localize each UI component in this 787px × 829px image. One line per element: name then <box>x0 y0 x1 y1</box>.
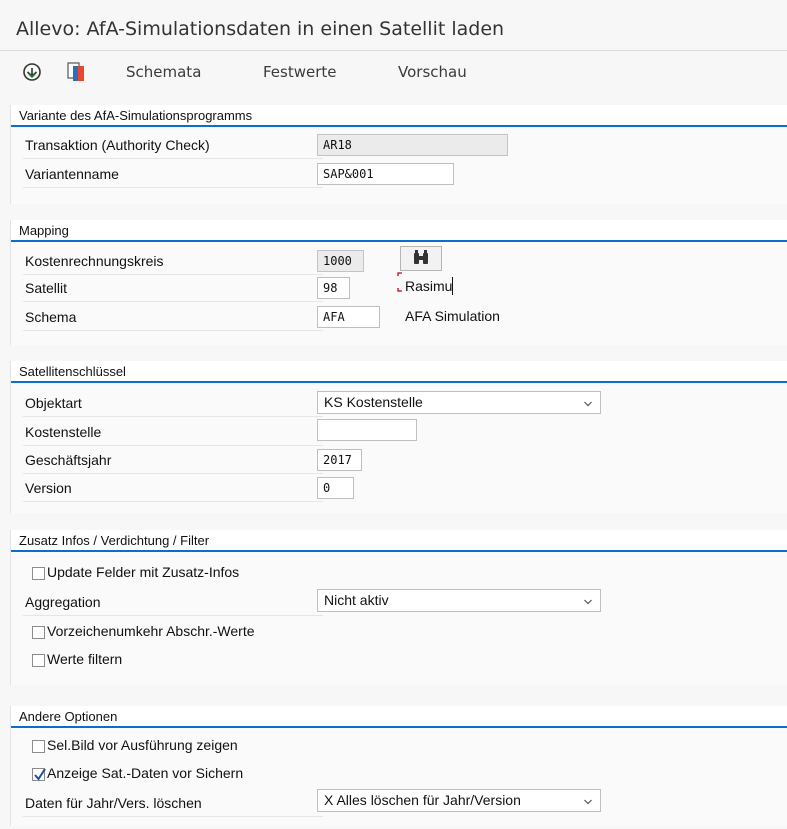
row-divider <box>23 330 323 331</box>
row-divider <box>23 816 323 817</box>
schemata-button[interactable]: Schemata <box>126 63 201 81</box>
variant-group: Variante des AfA-Simulationsprogramms Tr… <box>10 105 787 204</box>
schema-field[interactable]: AFA <box>317 306 380 328</box>
variant-group-title: Variante des AfA-Simulationsprogramms <box>19 108 253 123</box>
chevron-down-icon <box>584 401 592 407</box>
row-divider <box>23 445 323 446</box>
cost-center-field[interactable] <box>317 419 417 441</box>
transaction-label: Transaktion (Authority Check) <box>25 137 210 153</box>
chevron-down-icon <box>584 599 592 605</box>
fiscal-year-label: Geschäftsjahr <box>25 452 112 468</box>
aggregation-select[interactable]: Nicht aktiv <box>317 589 601 612</box>
focus-bracket-icon <box>397 272 402 292</box>
search-button[interactable] <box>400 246 442 271</box>
satkey-group-title: Satellitenschlüssel <box>19 364 126 379</box>
show-sat-data-checkbox[interactable] <box>32 768 46 781</box>
satellite-field[interactable]: 98 <box>317 277 350 299</box>
row-divider <box>23 615 323 616</box>
text-cursor <box>452 277 453 295</box>
transaction-field: AR18 <box>317 134 508 156</box>
show-selscreen-label: Sel.Bild vor Ausführung zeigen <box>47 737 238 753</box>
delete-value: X Alles löschen für Jahr/Version <box>324 792 521 808</box>
other-group: Andere Optionen Sel.Bild vor Ausführung … <box>10 706 787 826</box>
row-divider <box>23 274 323 275</box>
other-group-header: Andere Optionen <box>11 706 787 728</box>
row-divider <box>23 187 323 188</box>
object-type-label: Objektart <box>25 395 82 411</box>
schema-description: AFA Simulation <box>405 308 500 324</box>
update-fields-checkbox[interactable] <box>32 567 45 580</box>
aggregation-label: Aggregation <box>25 594 101 610</box>
other-group-title: Andere Optionen <box>19 709 118 724</box>
variant-name-label: Variantenname <box>25 166 119 182</box>
cost-center-label: Kostenstelle <box>25 424 102 440</box>
fiscal-year-field[interactable]: 2017 <box>317 449 362 471</box>
sign-reversal-label: Vorzeichenumkehr Abschr.-Werte <box>47 623 255 639</box>
mapping-group: Mapping Kostenrechnungskreis 1000 Satell… <box>10 220 787 345</box>
delete-select[interactable]: X Alles löschen für Jahr/Version <box>317 789 601 812</box>
row-divider <box>23 301 323 302</box>
row-divider <box>23 501 323 502</box>
mapping-group-header: Mapping <box>11 220 787 242</box>
row-divider <box>23 416 323 417</box>
sign-reversal-checkbox[interactable] <box>32 626 45 639</box>
filter-values-checkbox[interactable] <box>32 654 45 667</box>
festwerte-button[interactable]: Festwerte <box>263 63 337 81</box>
vorschau-button[interactable]: Vorschau <box>398 63 467 81</box>
update-fields-label: Update Felder mit Zusatz-Infos <box>47 564 240 580</box>
mapping-group-title: Mapping <box>19 223 69 238</box>
object-type-select[interactable]: KS Kostenstelle <box>317 391 601 414</box>
version-label: Version <box>25 480 72 496</box>
row-divider <box>23 473 323 474</box>
title-divider <box>0 50 787 51</box>
binoculars-icon <box>414 250 428 264</box>
window-title: Allevo: AfA-Simulationsdaten in einen Sa… <box>16 18 505 40</box>
satkey-group-header: Satellitenschlüssel <box>11 361 787 383</box>
object-type-value: KS Kostenstelle <box>324 394 423 410</box>
version-field[interactable]: 0 <box>317 477 354 499</box>
extra-group: Zusatz Infos / Verdichtung / Filter Upda… <box>10 530 787 685</box>
variant-name-field[interactable]: SAP&001 <box>317 163 454 185</box>
delete-label: Daten für Jahr/Vers. löschen <box>25 795 202 811</box>
execute-icon[interactable] <box>22 62 42 82</box>
satellite-label: Satellit <box>25 280 68 296</box>
copy-icon[interactable] <box>66 61 88 83</box>
cost-area-field: 1000 <box>317 250 364 272</box>
aggregation-value: Nicht aktiv <box>324 592 389 608</box>
row-divider <box>23 158 323 159</box>
checkmark-icon <box>34 768 46 781</box>
cost-area-label: Kostenrechnungskreis <box>25 253 164 269</box>
show-sat-data-label: Anzeige Sat.-Daten vor Sichern <box>47 765 244 781</box>
variant-group-header: Variante des AfA-Simulationsprogramms <box>11 105 787 127</box>
show-selscreen-checkbox[interactable] <box>32 740 45 753</box>
extra-group-title: Zusatz Infos / Verdichtung / Filter <box>19 533 210 548</box>
schema-label: Schema <box>25 309 77 325</box>
extra-group-header: Zusatz Infos / Verdichtung / Filter <box>11 530 787 552</box>
satkey-group: Satellitenschlüssel Objektart KS Kostens… <box>10 361 787 513</box>
satellite-name: Rasimu <box>405 278 453 294</box>
filter-values-label: Werte filtern <box>47 651 123 667</box>
chevron-down-icon <box>584 799 592 805</box>
